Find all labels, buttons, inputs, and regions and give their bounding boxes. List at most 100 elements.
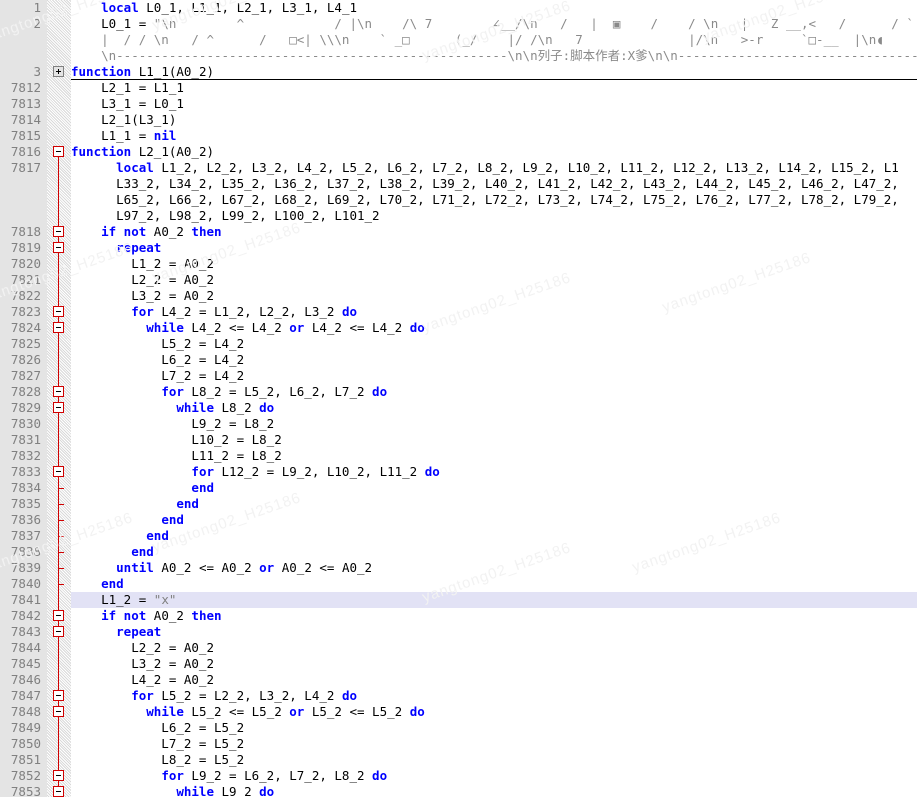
- code-text[interactable]: L2_2 = A0_2: [71, 272, 214, 288]
- code-line[interactable]: 7835 end: [0, 496, 917, 512]
- code-line[interactable]: 7831 L10_2 = L8_2: [0, 432, 917, 448]
- code-line[interactable]: 7837 end: [0, 528, 917, 544]
- fold-collapse-icon[interactable]: [53, 322, 64, 333]
- code-text[interactable]: end: [71, 528, 169, 544]
- code-text[interactable]: L97_2, L98_2, L99_2, L100_2, L101_2: [71, 208, 379, 224]
- code-line[interactable]: 7841 L1_2 = "x": [0, 592, 917, 608]
- code-text[interactable]: L3_1 = L0_1: [71, 96, 184, 112]
- fold-collapse-icon[interactable]: [53, 770, 64, 781]
- code-text[interactable]: L0_1 = "\n ^ / |\n /\ 7 ∠__/\n / | ▣ / /…: [71, 16, 917, 32]
- code-text[interactable]: while L8_2 do: [71, 400, 274, 416]
- code-text[interactable]: for L4_2 = L1_2, L2_2, L3_2 do: [71, 304, 357, 320]
- code-line[interactable]: 7821 L2_2 = A0_2: [0, 272, 917, 288]
- code-line[interactable]: 7826 L6_2 = L4_2: [0, 352, 917, 368]
- code-text[interactable]: repeat: [71, 240, 161, 256]
- code-line[interactable]: 7852 for L9_2 = L6_2, L7_2, L8_2 do: [0, 768, 917, 784]
- code-text[interactable]: L3_2 = A0_2: [71, 656, 214, 672]
- code-line[interactable]: 7829 while L8_2 do: [0, 400, 917, 416]
- code-line[interactable]: 7838 end: [0, 544, 917, 560]
- code-text[interactable]: end: [71, 544, 154, 560]
- code-line[interactable]: 7813 L3_1 = L0_1: [0, 96, 917, 112]
- code-line[interactable]: 7814 L2_1(L3_1): [0, 112, 917, 128]
- code-line[interactable]: L97_2, L98_2, L99_2, L100_2, L101_2: [0, 208, 917, 224]
- code-line[interactable]: 7851 L8_2 = L5_2: [0, 752, 917, 768]
- code-line[interactable]: 7817 local L1_2, L2_2, L3_2, L4_2, L5_2,…: [0, 160, 917, 176]
- fold-collapse-icon[interactable]: [53, 226, 64, 237]
- code-line[interactable]: 7844 L2_2 = A0_2: [0, 640, 917, 656]
- code-line[interactable]: 7819 repeat: [0, 240, 917, 256]
- fold-collapse-icon[interactable]: [53, 786, 64, 797]
- code-text[interactable]: while L9_2 do: [71, 784, 274, 797]
- code-text[interactable]: local L1_2, L2_2, L3_2, L4_2, L5_2, L6_2…: [71, 160, 899, 176]
- code-line[interactable]: 7853 while L9_2 do: [0, 784, 917, 797]
- code-line[interactable]: 7845 L3_2 = A0_2: [0, 656, 917, 672]
- code-text[interactable]: | / / \n / ^ / □<| \\\n ` _□ (_/ |/ /\n …: [71, 32, 884, 48]
- code-text[interactable]: L2_1 = L1_1: [71, 80, 184, 96]
- code-line[interactable]: 7839 until A0_2 <= A0_2 or A0_2 <= A0_2: [0, 560, 917, 576]
- code-text[interactable]: end: [71, 512, 184, 528]
- code-text[interactable]: L4_2 = A0_2: [71, 672, 214, 688]
- code-line[interactable]: 7846 L4_2 = A0_2: [0, 672, 917, 688]
- code-text[interactable]: L7_2 = L5_2: [71, 736, 244, 752]
- code-line[interactable]: 3 function L1_1(A0_2): [0, 64, 917, 80]
- code-line[interactable]: 7825 L5_2 = L4_2: [0, 336, 917, 352]
- code-line[interactable]: 7824 while L4_2 <= L4_2 or L4_2 <= L4_2 …: [0, 320, 917, 336]
- code-text[interactable]: L5_2 = L4_2: [71, 336, 244, 352]
- code-text[interactable]: L33_2, L34_2, L35_2, L36_2, L37_2, L38_2…: [71, 176, 899, 192]
- code-text[interactable]: for L8_2 = L5_2, L6_2, L7_2 do: [71, 384, 387, 400]
- code-text[interactable]: L6_2 = L5_2: [71, 720, 244, 736]
- code-text[interactable]: L7_2 = L4_2: [71, 368, 244, 384]
- fold-collapse-icon[interactable]: [53, 402, 64, 413]
- code-line[interactable]: 7842 if not A0_2 then: [0, 608, 917, 624]
- code-line[interactable]: 7849 L6_2 = L5_2: [0, 720, 917, 736]
- fold-collapse-icon[interactable]: [53, 706, 64, 717]
- code-text[interactable]: L1_2 = "x": [71, 592, 176, 608]
- code-text[interactable]: for L5_2 = L2_2, L3_2, L4_2 do: [71, 688, 357, 704]
- code-line[interactable]: 7850 L7_2 = L5_2: [0, 736, 917, 752]
- code-text[interactable]: for L12_2 = L9_2, L10_2, L11_2 do: [71, 464, 439, 480]
- code-line[interactable]: 7827 L7_2 = L4_2: [0, 368, 917, 384]
- code-line[interactable]: 7834 end: [0, 480, 917, 496]
- code-text[interactable]: L2_2 = A0_2: [71, 640, 214, 656]
- code-line[interactable]: 7823 for L4_2 = L1_2, L2_2, L3_2 do: [0, 304, 917, 320]
- fold-collapse-icon[interactable]: [53, 626, 64, 637]
- code-line[interactable]: 7815 L1_1 = nil: [0, 128, 917, 144]
- code-line[interactable]: 7843 repeat: [0, 624, 917, 640]
- code-text[interactable]: for L9_2 = L6_2, L7_2, L8_2 do: [71, 768, 387, 784]
- code-text[interactable]: L11_2 = L8_2: [71, 448, 281, 464]
- code-text[interactable]: L3_2 = A0_2: [71, 288, 214, 304]
- code-line[interactable]: 7848 while L5_2 <= L5_2 or L5_2 <= L5_2 …: [0, 704, 917, 720]
- code-line[interactable]: 7830 L9_2 = L8_2: [0, 416, 917, 432]
- code-text[interactable]: end: [71, 576, 124, 592]
- code-text[interactable]: local L0_1, L1_1, L2_1, L3_1, L4_1: [71, 0, 357, 16]
- code-text[interactable]: L9_2 = L8_2: [71, 416, 274, 432]
- code-line[interactable]: 7847 for L5_2 = L2_2, L3_2, L4_2 do: [0, 688, 917, 704]
- code-editor[interactable]: yangtong02_H25186 yangtong02_H25186 yangto…: [0, 0, 917, 797]
- code-line[interactable]: 7833 for L12_2 = L9_2, L10_2, L11_2 do: [0, 464, 917, 480]
- code-text[interactable]: end: [71, 480, 214, 496]
- code-text[interactable]: until A0_2 <= A0_2 or A0_2 <= A0_2: [71, 560, 372, 576]
- code-text[interactable]: L2_1(L3_1): [71, 112, 176, 128]
- code-line[interactable]: 7818 if not A0_2 then: [0, 224, 917, 240]
- code-line[interactable]: 1 local L0_1, L1_1, L2_1, L3_1, L4_1: [0, 0, 917, 16]
- code-line[interactable]: L33_2, L34_2, L35_2, L36_2, L37_2, L38_2…: [0, 176, 917, 192]
- code-text[interactable]: L1_2 = A0_2: [71, 256, 214, 272]
- code-line[interactable]: 7822 L3_2 = A0_2: [0, 288, 917, 304]
- code-text[interactable]: if not A0_2 then: [71, 224, 221, 240]
- code-text[interactable]: \n--------------------------------------…: [71, 48, 917, 64]
- code-text[interactable]: repeat: [71, 624, 161, 640]
- code-line[interactable]: L65_2, L66_2, L67_2, L68_2, L69_2, L70_2…: [0, 192, 917, 208]
- code-text[interactable]: L1_1 = nil: [71, 128, 176, 144]
- code-line[interactable]: 2 L0_1 = "\n ^ / |\n /\ 7 ∠__/\n / | ▣ /…: [0, 16, 917, 32]
- code-text[interactable]: L6_2 = L4_2: [71, 352, 244, 368]
- code-line[interactable]: 7836 end: [0, 512, 917, 528]
- code-line[interactable]: 7828 for L8_2 = L5_2, L6_2, L7_2 do: [0, 384, 917, 400]
- code-line[interactable]: 7832 L11_2 = L8_2: [0, 448, 917, 464]
- code-text[interactable]: while L5_2 <= L5_2 or L5_2 <= L5_2 do: [71, 704, 424, 720]
- fold-collapse-icon[interactable]: [53, 386, 64, 397]
- code-line[interactable]: 7820 L1_2 = A0_2: [0, 256, 917, 272]
- fold-collapse-icon[interactable]: [53, 242, 64, 253]
- fold-collapse-icon[interactable]: [53, 690, 64, 701]
- code-line[interactable]: 7816 function L2_1(A0_2): [0, 144, 917, 160]
- code-text[interactable]: function L1_1(A0_2): [71, 64, 214, 80]
